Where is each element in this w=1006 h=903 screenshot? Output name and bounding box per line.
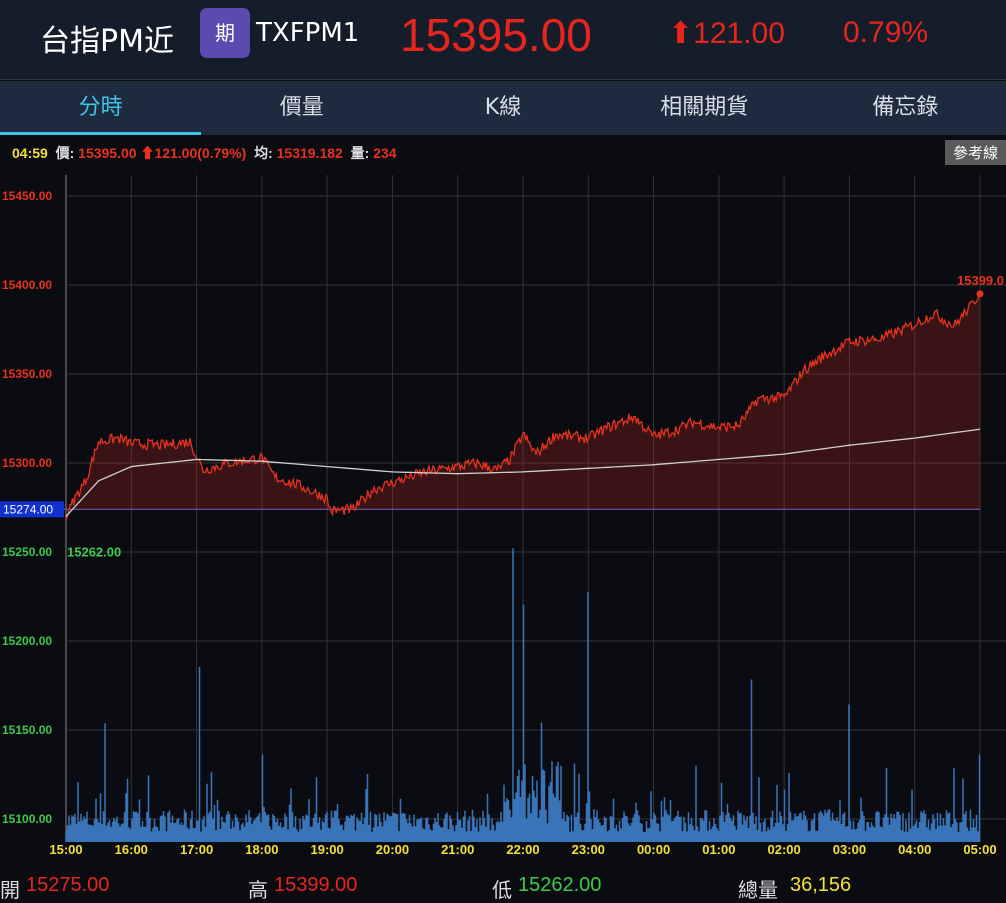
high-value: 15399.00 <box>274 874 358 896</box>
x-tick-label: 03:00 <box>833 842 866 857</box>
y-tick-label: 15450.00 <box>2 189 52 203</box>
x-tick-label: 02:00 <box>768 842 801 857</box>
x-tick-label: 16:00 <box>115 842 148 857</box>
y-tick-label: 15200.00 <box>2 634 52 648</box>
y-tick-label: 15250.00 <box>2 545 52 559</box>
reference-label: 15274.00 <box>3 502 53 516</box>
x-tick-label: 19:00 <box>311 842 344 857</box>
x-tick-label: 17:00 <box>180 842 213 857</box>
info-vol: 234 <box>373 145 397 161</box>
futures-badge: 期 <box>200 8 250 58</box>
tab-kline[interactable]: K線 <box>402 81 603 135</box>
x-tick-label: 00:00 <box>637 842 670 857</box>
info-price: 15395.00 ⬆121.00(0.79%) <box>78 145 247 161</box>
price-change: ⬆121.00 <box>668 17 785 50</box>
price-change-percent: 0.79% <box>843 16 929 49</box>
instrument-code: TXFPM1 <box>256 18 360 48</box>
low-label: 低 <box>492 880 512 902</box>
tab-related-futures[interactable]: 相關期貨 <box>604 81 805 135</box>
open-label: 開 <box>0 880 20 902</box>
quote-header: 台指PM近 期 TXFPM1 15395.00 ⬆121.00 0.79% <box>0 0 1006 80</box>
x-tick-label: 05:00 <box>963 842 996 857</box>
x-tick-label: 22:00 <box>506 842 539 857</box>
y-tick-label: 15300.00 <box>2 456 52 470</box>
y-tick-label: 15100.00 <box>2 812 52 826</box>
instrument-name: 台指PM近 <box>40 24 174 59</box>
tab-price-volume[interactable]: 價量 <box>201 81 402 135</box>
tab-intraday[interactable]: 分時 <box>0 81 202 135</box>
y-tick-label: 15400.00 <box>2 278 52 292</box>
tab-bar: 分時 價量 K線 相關期貨 備忘錄 <box>0 81 1006 135</box>
info-avg-label: 均: <box>254 145 273 161</box>
total-volume-value: 36,156 <box>790 874 852 896</box>
x-tick-label: 01:00 <box>702 842 735 857</box>
intraday-chart[interactable]: 15450.00 15400.00 15350.00 15300.00 15250.00… <box>0 160 1006 865</box>
open-value: 15275.00 <box>26 874 110 896</box>
high-label: 高 <box>248 880 268 902</box>
x-tick-label: 20:00 <box>376 842 409 857</box>
y-tick-label: 15150.00 <box>2 723 52 737</box>
x-tick-label: 18:00 <box>245 842 278 857</box>
y-tick-label: 15350.00 <box>2 367 52 381</box>
x-tick-label: 04:00 <box>898 842 931 857</box>
x-tick-label: 23:00 <box>572 842 605 857</box>
info-time: 04:59 <box>12 145 48 161</box>
total-volume-label: 總量 <box>738 880 778 902</box>
info-vol-label: 量: <box>350 145 370 161</box>
low-value: 15262.00 <box>518 874 602 896</box>
last-price-dot <box>976 290 984 298</box>
low-marker-label: 15262.00 <box>67 545 121 560</box>
high-marker-label: 15399.0 <box>957 273 1004 288</box>
x-tick-label: 21:00 <box>441 842 474 857</box>
info-avg: 15319.182 <box>276 145 343 161</box>
tab-memo[interactable]: 備忘錄 <box>805 81 1006 135</box>
x-tick-label: 15:00 <box>49 842 82 857</box>
last-price: 15395.00 <box>400 9 592 61</box>
info-price-label: 價: <box>55 145 75 161</box>
